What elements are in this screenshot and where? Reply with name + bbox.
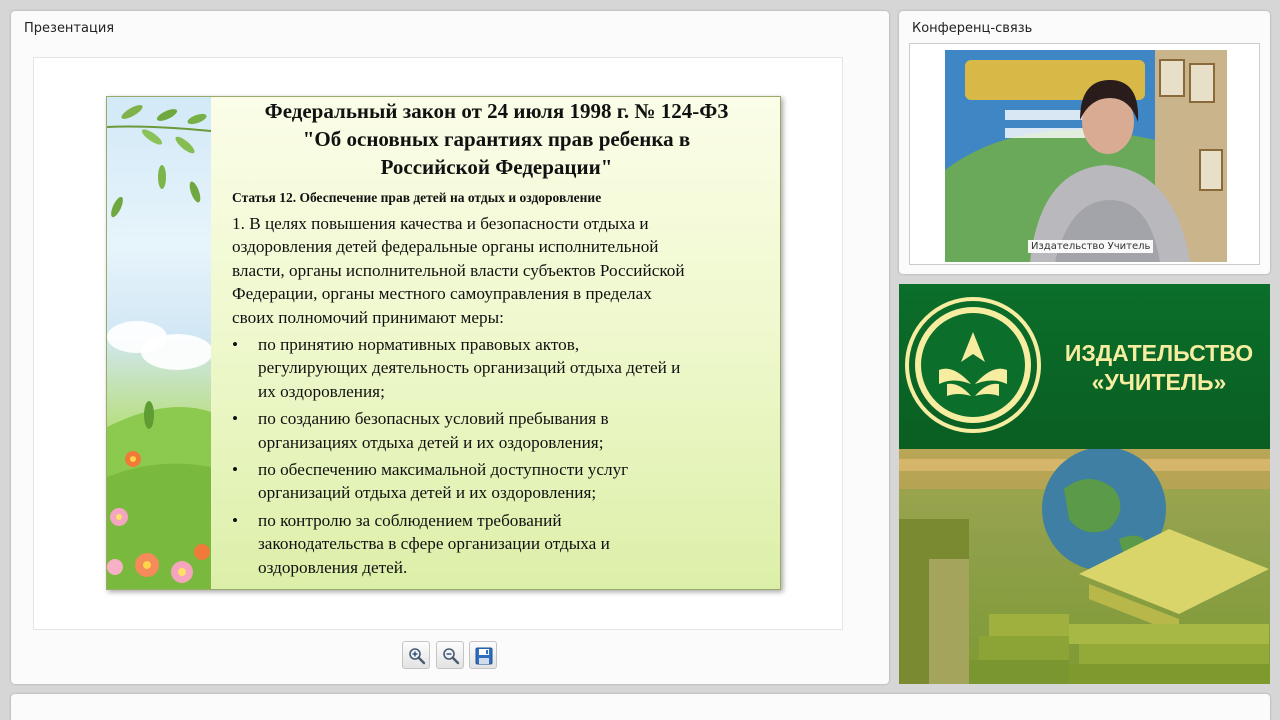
zoom-in-icon bbox=[409, 648, 426, 665]
slide-title-line: "Об основных гарантиях прав ребенка в bbox=[302, 127, 691, 151]
list-item: • по обеспечению максимальной доступност… bbox=[232, 458, 772, 505]
list-item: • по принятию нормативных правовых актов… bbox=[232, 333, 772, 403]
publisher-logo-icon bbox=[905, 297, 1041, 433]
publisher-name: ИЗДАТЕЛЬСТВО «УЧИТЕЛЬ» bbox=[1059, 339, 1259, 397]
list-item-line: по созданию безопасных условий пребывани… bbox=[258, 409, 609, 429]
list-item-line: организациях отдыха детей и их оздоровле… bbox=[258, 432, 604, 452]
save-icon bbox=[475, 647, 493, 665]
bullet-icon: • bbox=[232, 409, 239, 429]
list-item-line: законодательства в сфере организации отд… bbox=[258, 534, 610, 554]
bullet-icon: • bbox=[232, 335, 239, 355]
list-item-line: по принятию нормативных правовых актов, bbox=[258, 335, 580, 355]
slide-title-line: Российской Федерации" bbox=[380, 155, 613, 179]
conference-panel: Конференц-связь Издательство Учитель bbox=[899, 11, 1270, 274]
slide-article-heading: Статья 12. Обеспечение прав детей на отд… bbox=[232, 190, 602, 205]
participant-name-label: Издательство Учитель bbox=[1028, 240, 1154, 253]
publisher-banner: ИЗДАТЕЛЬСТВО «УЧИТЕЛЬ» bbox=[899, 284, 1270, 684]
paragraph-line: Федерации, органы местного самоуправлени… bbox=[232, 284, 652, 304]
publisher-name-line: «УЧИТЕЛЬ» bbox=[1091, 369, 1227, 395]
publisher-logo-area: ИЗДАТЕЛЬСТВО «УЧИТЕЛЬ» bbox=[899, 284, 1270, 449]
presentation-panel: Презентация Федеральный закон от 24 июля… bbox=[11, 11, 889, 684]
presentation-panel-title: Презентация bbox=[24, 21, 115, 36]
list-item-line: их оздоровления; bbox=[258, 381, 385, 401]
books-and-globe-illustration bbox=[899, 447, 1270, 684]
books-globe-image bbox=[899, 447, 1270, 684]
slide-viewport: Федеральный закон от 24 июля 1998 г. № 1… bbox=[33, 57, 843, 630]
webcam-video: Издательство Учитель bbox=[945, 50, 1227, 262]
list-item-line: оздоровления детей. bbox=[258, 557, 408, 577]
zoom-in-button[interactable] bbox=[402, 641, 430, 669]
list-item-line: организаций отдыха детей и их оздоровлен… bbox=[258, 483, 597, 503]
paragraph-line: оздоровления детей федеральные органы ис… bbox=[232, 237, 659, 257]
publisher-name-line: ИЗДАТЕЛЬСТВО bbox=[1064, 340, 1254, 366]
bullet-icon: • bbox=[232, 510, 239, 530]
list-item-line: регулирующих деятельность организаций от… bbox=[258, 358, 681, 378]
zoom-out-button[interactable] bbox=[436, 641, 464, 669]
video-stream[interactable]: Издательство Учитель bbox=[909, 43, 1260, 265]
bottom-panel bbox=[11, 694, 1270, 720]
slide-body: 1. В целях повышения качества и безопасн… bbox=[232, 212, 772, 583]
list-item: • по созданию безопасных условий пребыва… bbox=[232, 407, 772, 454]
list-item-line: по обеспечению максимальной доступности … bbox=[258, 460, 629, 480]
slide-title: Федеральный закон от 24 июля 1998 г. № 1… bbox=[211, 97, 780, 181]
paragraph-line: своих полномочий принимают меры: bbox=[232, 307, 504, 327]
list-item-line: по контролю за соблюдением требований bbox=[258, 510, 562, 530]
presentation-slide: Федеральный закон от 24 июля 1998 г. № 1… bbox=[106, 96, 781, 590]
paragraph-line: власти, органы исполнительной власти суб… bbox=[232, 260, 685, 280]
measures-list: • по принятию нормативных правовых актов… bbox=[232, 333, 772, 579]
spring-meadow-illustration bbox=[107, 105, 213, 589]
conference-panel-title: Конференц-связь bbox=[912, 21, 1033, 36]
webcam-picture bbox=[945, 50, 1227, 262]
zoom-out-icon bbox=[443, 648, 460, 665]
save-button[interactable] bbox=[469, 641, 497, 669]
slide-title-line: Федеральный закон от 24 июля 1998 г. № 1… bbox=[264, 99, 729, 123]
slide-text-area: Федеральный закон от 24 июля 1998 г. № 1… bbox=[211, 97, 780, 589]
slide-decoration-illustration bbox=[107, 97, 213, 589]
paragraph-line: 1. В целях повышения качества и безопасн… bbox=[232, 214, 649, 233]
bullet-icon: • bbox=[232, 460, 239, 480]
list-item: • по контролю за соблюдением требований … bbox=[232, 509, 772, 579]
